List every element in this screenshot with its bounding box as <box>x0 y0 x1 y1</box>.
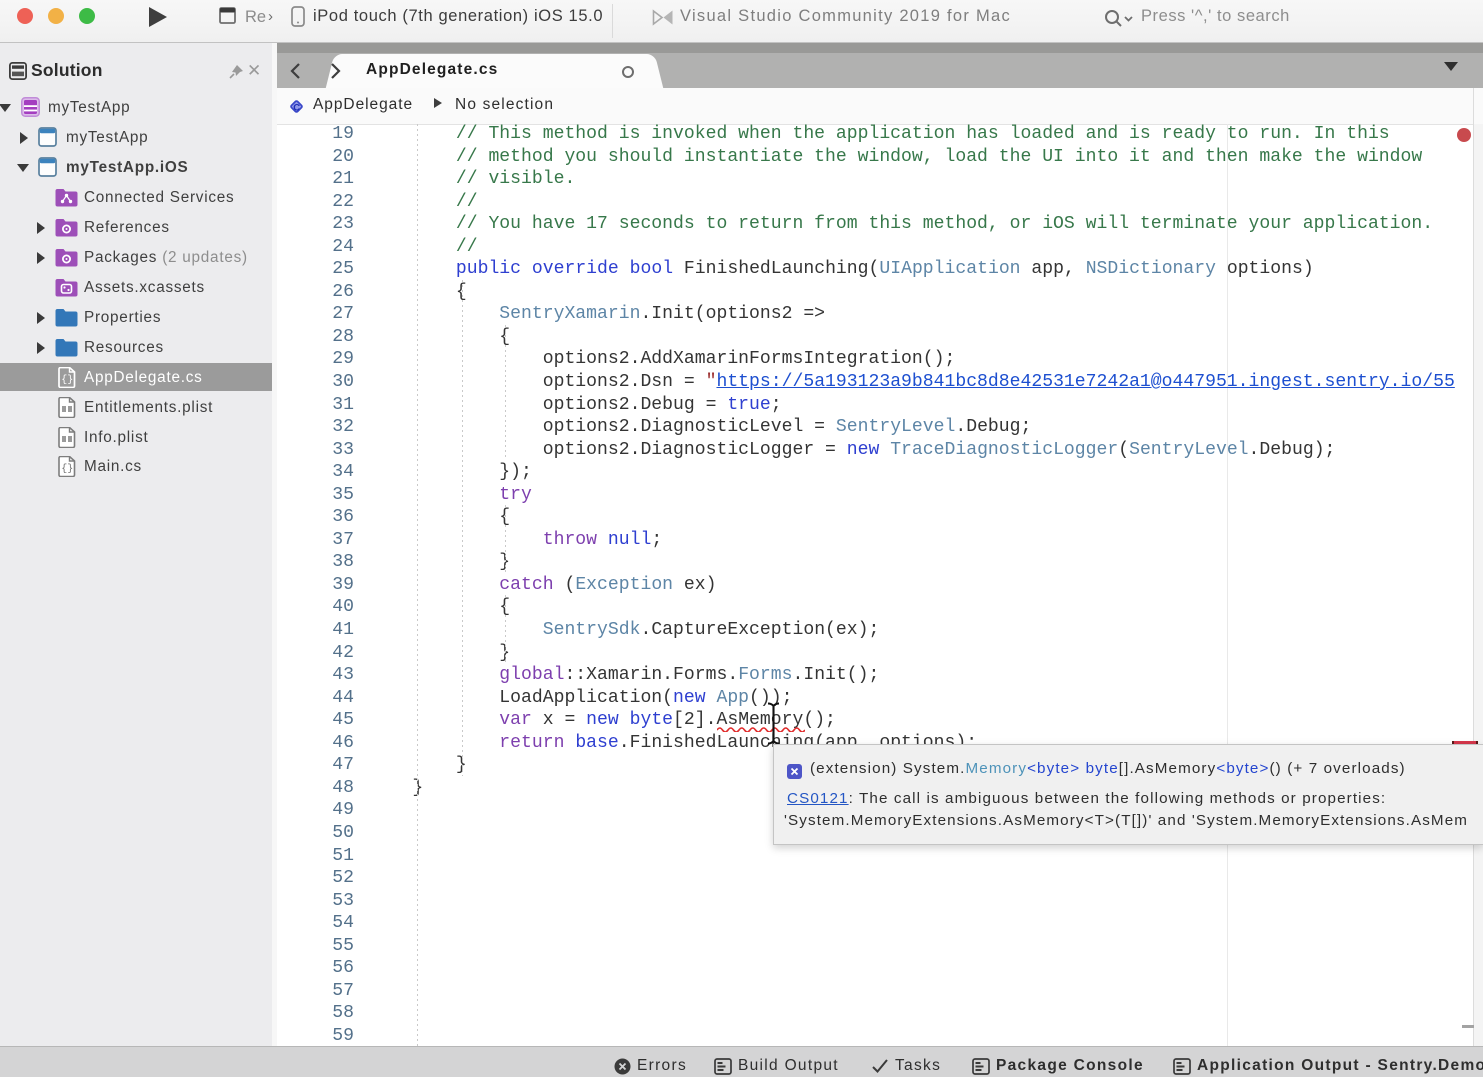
svg-text:C: C <box>293 102 300 113</box>
